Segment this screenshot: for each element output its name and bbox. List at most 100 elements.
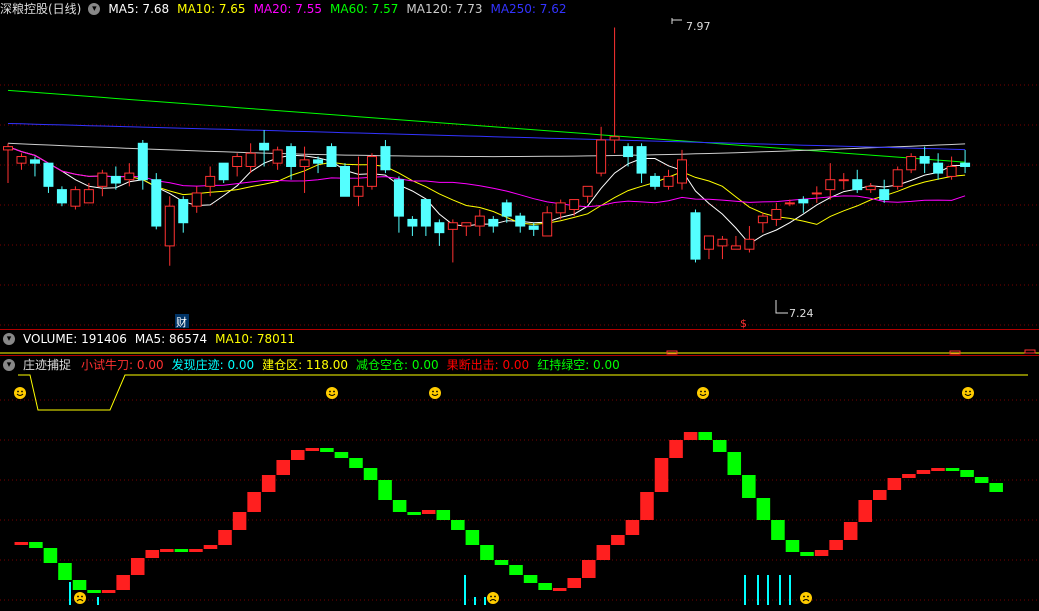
cai-marker-box (175, 314, 189, 328)
indicator-step (785, 540, 800, 552)
candle-body (191, 192, 202, 207)
candle-body (447, 222, 458, 230)
face-disc (697, 387, 709, 399)
high-marker (671, 18, 682, 24)
candle-body (609, 136, 620, 141)
indicator-label-2: 建仓区: 118.00 (262, 358, 349, 372)
indicator-step (291, 450, 305, 460)
candle-body (488, 218, 499, 227)
indicator-step (320, 448, 334, 452)
indicator-step (800, 552, 814, 556)
candle-body (960, 162, 971, 167)
face-eye (17, 390, 19, 393)
indicator-step (814, 550, 829, 556)
candle-body (906, 156, 917, 171)
candle-body (151, 179, 162, 227)
candle-body (892, 169, 903, 187)
candle-body (461, 222, 472, 227)
indicator-step (43, 548, 58, 563)
indicator-settings-icon[interactable]: ▾ (3, 359, 15, 371)
indicator-step (567, 578, 581, 588)
indicator-step (349, 458, 363, 468)
candle-body (340, 165, 350, 197)
face-disc (962, 387, 974, 399)
candle-body (420, 199, 431, 227)
candle-body (838, 179, 849, 182)
indicator-step (363, 468, 378, 480)
candle-body (178, 199, 189, 224)
indicator-step (989, 483, 1003, 492)
indicator-step (378, 480, 392, 500)
cai-marker: 财 (176, 315, 187, 329)
indicator-step (945, 468, 960, 471)
indicator-step (407, 512, 421, 515)
smiley-icon (14, 387, 26, 399)
indicator-step (436, 510, 451, 520)
low-label: 7.24 (789, 307, 814, 320)
candle-body (110, 175, 121, 184)
face-mouth (76, 599, 84, 602)
candle-body (784, 202, 795, 205)
candle-body (299, 159, 310, 167)
candle-body (70, 189, 81, 207)
ma-label-3: MA60: 7.57 (330, 2, 399, 16)
candle-body (596, 139, 607, 174)
price-title: 深粮控股(日线) (0, 2, 82, 16)
indicator-step (611, 535, 625, 545)
volume-label-group: VOLUME: 191406 MA5: 86574 MA10: 78011 (23, 330, 303, 348)
frown-icon (800, 592, 812, 604)
indicator-step (160, 549, 174, 552)
ma-label-group: MA5: 7.68 MA10: 7.65 MA20: 7.55 MA60: 7.57 M… (108, 0, 574, 18)
candle-body (690, 212, 701, 260)
candle-body (555, 202, 566, 214)
indicator-step (683, 432, 698, 440)
volume-label-2: MA10: 78011 (215, 332, 296, 346)
candle-body (205, 175, 216, 187)
ma-label-1: MA10: 7.65 (177, 2, 246, 16)
candle-body (677, 159, 687, 184)
candle-body (29, 159, 40, 164)
candle-body (366, 156, 377, 187)
indicator-step (596, 545, 611, 560)
settings-circle-icon[interactable]: ▾ (88, 3, 101, 15)
indicator-step (14, 542, 29, 545)
candle-body (946, 165, 957, 177)
ma120-line (7, 142, 966, 158)
face-eye (803, 595, 805, 598)
ma-label-0: MA5: 7.68 (108, 2, 170, 16)
indicator-step (451, 520, 465, 530)
candle-body (717, 238, 728, 247)
ma-label-5: MA250: 7.62 (490, 2, 567, 16)
indicator-legend: ▾ 庄迹捕捉 小试牛刀: 0.00 发现庄迹: 0.00 建仓区: 118.00 减仓… (0, 356, 628, 374)
face-disc (800, 592, 812, 604)
face-eye (490, 595, 492, 598)
indicator-step (858, 500, 872, 522)
indicator-step (305, 448, 320, 451)
indicator-title: 庄迹捕捉 (23, 358, 72, 372)
indicator-step (742, 475, 756, 498)
candle-body (326, 146, 337, 167)
indicator-step (247, 492, 261, 512)
candle-body (313, 159, 324, 164)
candle-body (933, 162, 944, 174)
candle-body (83, 189, 94, 204)
indicator-step (261, 475, 276, 492)
face-eye (333, 390, 335, 393)
volume-settings-icon[interactable]: ▾ (3, 333, 15, 345)
volume-label-0: VOLUME: 191406 (23, 332, 127, 346)
indicator-step (276, 460, 290, 475)
volume-legend: ▾ VOLUME: 191406 MA5: 86574 MA10: 78011 (0, 330, 303, 348)
indicator-step (582, 560, 596, 578)
candle-body (879, 189, 890, 201)
indicator-step (189, 549, 203, 552)
face-eye (969, 390, 971, 393)
indicator-step (465, 530, 480, 545)
indicator-step (960, 470, 974, 477)
candle-body (16, 156, 27, 164)
candle-body (407, 218, 418, 227)
smiley-icon (697, 387, 709, 399)
candle-body (515, 215, 526, 227)
indicator-step (727, 452, 742, 475)
stock-chart[interactable]: 7.977.24财 $ (0, 0, 1039, 611)
volume-panel-divider (0, 329, 1039, 330)
